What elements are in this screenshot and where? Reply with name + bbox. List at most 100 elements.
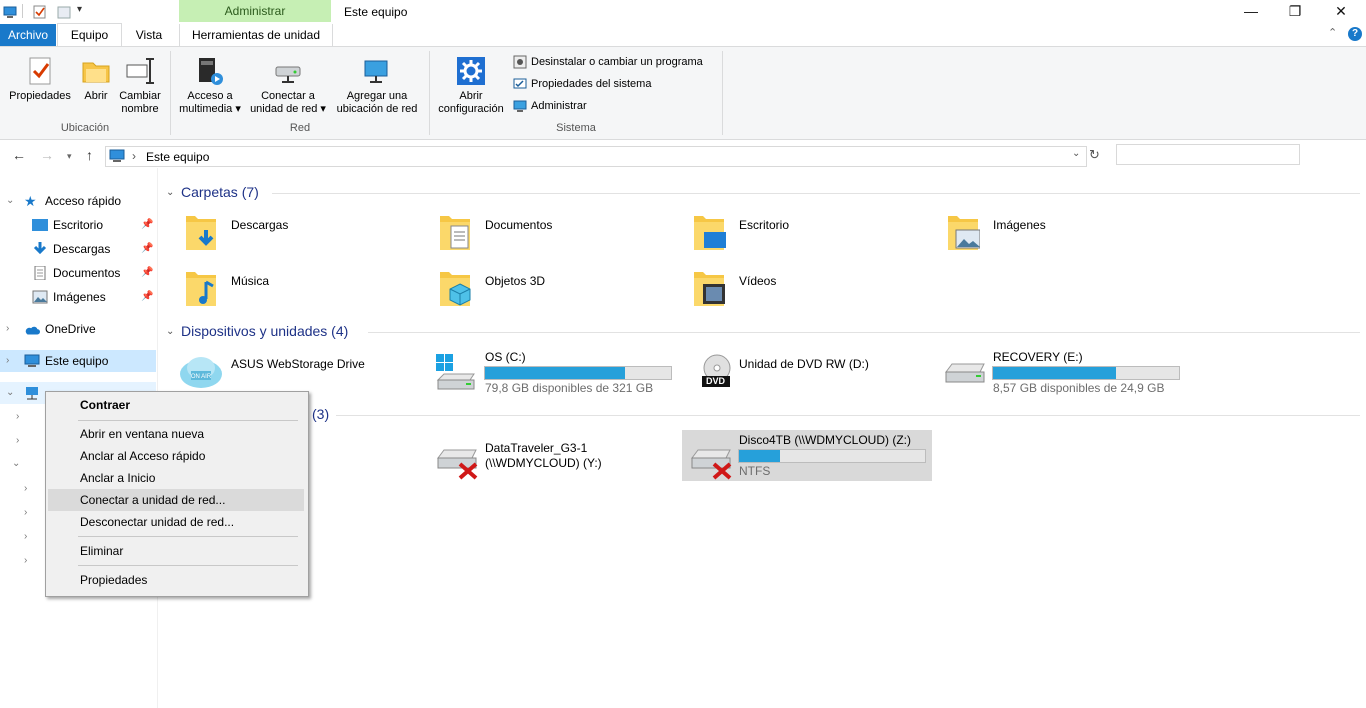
abrir-button[interactable]: Abrir	[78, 55, 114, 103]
expand-chevron-icon[interactable]: ›	[6, 318, 9, 340]
address-bar[interactable]: › Este equipo ⌄ ↻	[105, 146, 1100, 167]
section-dispositivos[interactable]: Dispositivos y unidades (4)	[181, 323, 348, 339]
menu-item-eliminar[interactable]: Eliminar	[48, 540, 304, 562]
new-folder-icon[interactable]	[57, 5, 71, 19]
network-drive-icon	[275, 66, 301, 83]
nav-item-acceso-rapido[interactable]: ⌄ ★ Acceso rápido	[0, 190, 158, 212]
minimize-button[interactable]: —	[1228, 0, 1274, 24]
expand-chevron-icon[interactable]: ⌄	[6, 382, 14, 404]
qat-dropdown-icon[interactable]: ▾	[77, 4, 82, 15]
star-icon: ★	[24, 193, 37, 209]
nav-item-este-equipo[interactable]: › Este equipo	[0, 350, 156, 372]
propiedades-label: Propiedades	[9, 90, 71, 102]
desinstalar-button[interactable]: Desinstalar o cambiar un programa	[513, 54, 703, 70]
cambiar-nombre-button[interactable]: Cambiar nombre	[116, 55, 164, 116]
section-carpetas[interactable]: Carpetas (7)	[181, 184, 259, 200]
folder-tile-videos[interactable]: Vídeos	[690, 264, 930, 314]
tab-herramientas-unidad[interactable]: Herramientas de unidad	[179, 24, 333, 46]
context-tab-header: Administrar	[179, 0, 331, 22]
back-arrow-icon[interactable]: ←	[12, 147, 26, 163]
abrir-config-label-2: configuración	[438, 103, 504, 115]
abrir-label: Abrir	[84, 90, 108, 102]
acceso-label-1: Acceso a	[187, 90, 233, 102]
forward-arrow-icon[interactable]: →	[40, 147, 54, 163]
drive-tile-os-c[interactable]: OS (C:) 79,8 GB disponibles de 321 GB	[432, 346, 682, 396]
acceso-multimedia-button[interactable]: Acceso a multimedia ▾	[174, 55, 246, 116]
folder-tile-imagenes[interactable]: Imágenes	[944, 208, 1184, 258]
expand-chevron-icon[interactable]: ›	[16, 435, 19, 446]
propiedades-button[interactable]: Propiedades	[6, 55, 74, 103]
group-red-label: Red	[289, 122, 311, 134]
media-server-icon	[199, 58, 223, 85]
menu-item-anclar-inicio[interactable]: Anclar a Inicio	[48, 467, 304, 489]
nav-item-onedrive[interactable]: › OneDrive	[0, 318, 158, 340]
hard-drive-icon	[945, 363, 985, 383]
address-dropdown-icon[interactable]: ⌄	[1072, 148, 1080, 159]
downloads-folder-icon	[186, 216, 216, 250]
folder-tile-musica[interactable]: Música	[182, 264, 422, 314]
help-icon[interactable]: ?	[1348, 27, 1362, 41]
folder-tile-documentos[interactable]: Documentos	[436, 208, 676, 258]
folder-tile-objetos-3d[interactable]: Objetos 3D	[436, 264, 676, 314]
menu-item-anclar-acceso-rapido[interactable]: Anclar al Acceso rápido	[48, 445, 304, 467]
computer-management-icon	[513, 100, 527, 113]
conectar-unidad-red-button[interactable]: Conectar a unidad de red ▾	[246, 55, 330, 116]
menu-item-label: Abrir en ventana nueva	[80, 427, 205, 441]
abrir-configuracion-button[interactable]: Abrir configuración	[433, 55, 509, 116]
section-ubicaciones-red-count[interactable]: (3)	[312, 406, 329, 422]
documents-folder-icon	[440, 216, 470, 250]
recent-locations-chevron-icon[interactable]: ▾	[67, 151, 72, 162]
computer-icon[interactable]	[3, 5, 17, 19]
search-input[interactable]	[1116, 144, 1300, 165]
expand-chevron-icon[interactable]: ›	[16, 411, 19, 422]
nav-item-escritorio[interactable]: Escritorio 📌	[0, 214, 158, 236]
expand-chevron-icon[interactable]: ⌄	[6, 190, 14, 212]
administrar-button[interactable]: Administrar	[513, 98, 587, 114]
expand-chevron-icon[interactable]: ›	[24, 531, 27, 542]
expand-chevron-icon[interactable]: ›	[24, 483, 27, 494]
drive-tile-dvd-d[interactable]: DVD Unidad de DVD RW (D:)	[686, 346, 936, 396]
cambiar-label-2: nombre	[121, 103, 159, 115]
tab-file[interactable]: Archivo	[0, 24, 56, 46]
drive-usage-bar	[484, 366, 672, 380]
refresh-icon[interactable]: ↻	[1089, 147, 1100, 163]
pin-icon: 📌	[141, 243, 154, 254]
menu-item-propiedades[interactable]: Propiedades	[48, 569, 304, 591]
collapse-ribbon-icon[interactable]: ⌃	[1328, 26, 1337, 39]
menu-item-desconectar-unidad-red[interactable]: Desconectar unidad de red...	[48, 511, 304, 533]
folder-label: Documentos	[485, 218, 553, 232]
breadcrumb-este-equipo[interactable]: Este equipo	[146, 150, 209, 164]
network-drive-tile-datatraveler-y[interactable]: DataTraveler_G3-1 (\\WDMYCLOUD) (Y:)	[432, 432, 682, 482]
expand-chevron-icon[interactable]: ›	[24, 507, 27, 518]
menu-item-label: Anclar al Acceso rápido	[80, 449, 206, 463]
drive-tile-asus-webstorage[interactable]: ON AIR ASUS WebStorage Drive	[176, 346, 426, 396]
nav-item-descargas[interactable]: Descargas 📌	[0, 238, 158, 260]
download-arrow-icon	[33, 242, 47, 255]
properties-icon[interactable]	[33, 5, 47, 19]
maximize-button[interactable]: ❐	[1272, 0, 1318, 24]
expand-chevron-icon[interactable]: ›	[6, 350, 9, 372]
expand-chevron-icon[interactable]: ›	[24, 555, 27, 566]
expand-chevron-icon[interactable]: ⌄	[12, 458, 20, 469]
agregar-ubicacion-red-button[interactable]: Agregar una ubicación de red	[332, 55, 422, 116]
propiedades-sistema-button[interactable]: Propiedades del sistema	[513, 76, 651, 92]
folder-tile-descargas[interactable]: Descargas	[182, 208, 422, 258]
close-button[interactable]: ✕	[1318, 0, 1364, 24]
drive-free-space: 8,57 GB disponibles de 24,9 GB	[993, 381, 1165, 395]
section-collapse-icon[interactable]: ⌄	[166, 187, 174, 198]
qat-divider	[22, 4, 23, 18]
drive-tile-recovery-e[interactable]: RECOVERY (E:) 8,57 GB disponibles de 24,…	[940, 346, 1190, 396]
tab-equipo[interactable]: Equipo	[57, 23, 122, 46]
nav-item-imagenes[interactable]: Imágenes 📌	[0, 286, 158, 308]
section-collapse-icon[interactable]: ⌄	[166, 326, 174, 337]
folder-tile-escritorio[interactable]: Escritorio	[690, 208, 930, 258]
nav-item-documentos[interactable]: Documentos 📌	[0, 262, 158, 284]
drive-label: OS (C:)	[485, 350, 526, 364]
menu-item-conectar-unidad-red[interactable]: Conectar a unidad de red...	[48, 489, 304, 511]
windows-drive-icon	[436, 354, 475, 390]
menu-item-contraer[interactable]: Contraer	[48, 394, 304, 416]
menu-item-abrir-ventana-nueva[interactable]: Abrir en ventana nueva	[48, 423, 304, 445]
up-arrow-icon[interactable]: ↑	[86, 147, 93, 163]
tab-vista[interactable]: Vista	[122, 24, 176, 46]
network-drive-tile-disco4tb-z[interactable]: Disco4TB (\\WDMYCLOUD) (Z:) NTFS	[682, 430, 932, 481]
